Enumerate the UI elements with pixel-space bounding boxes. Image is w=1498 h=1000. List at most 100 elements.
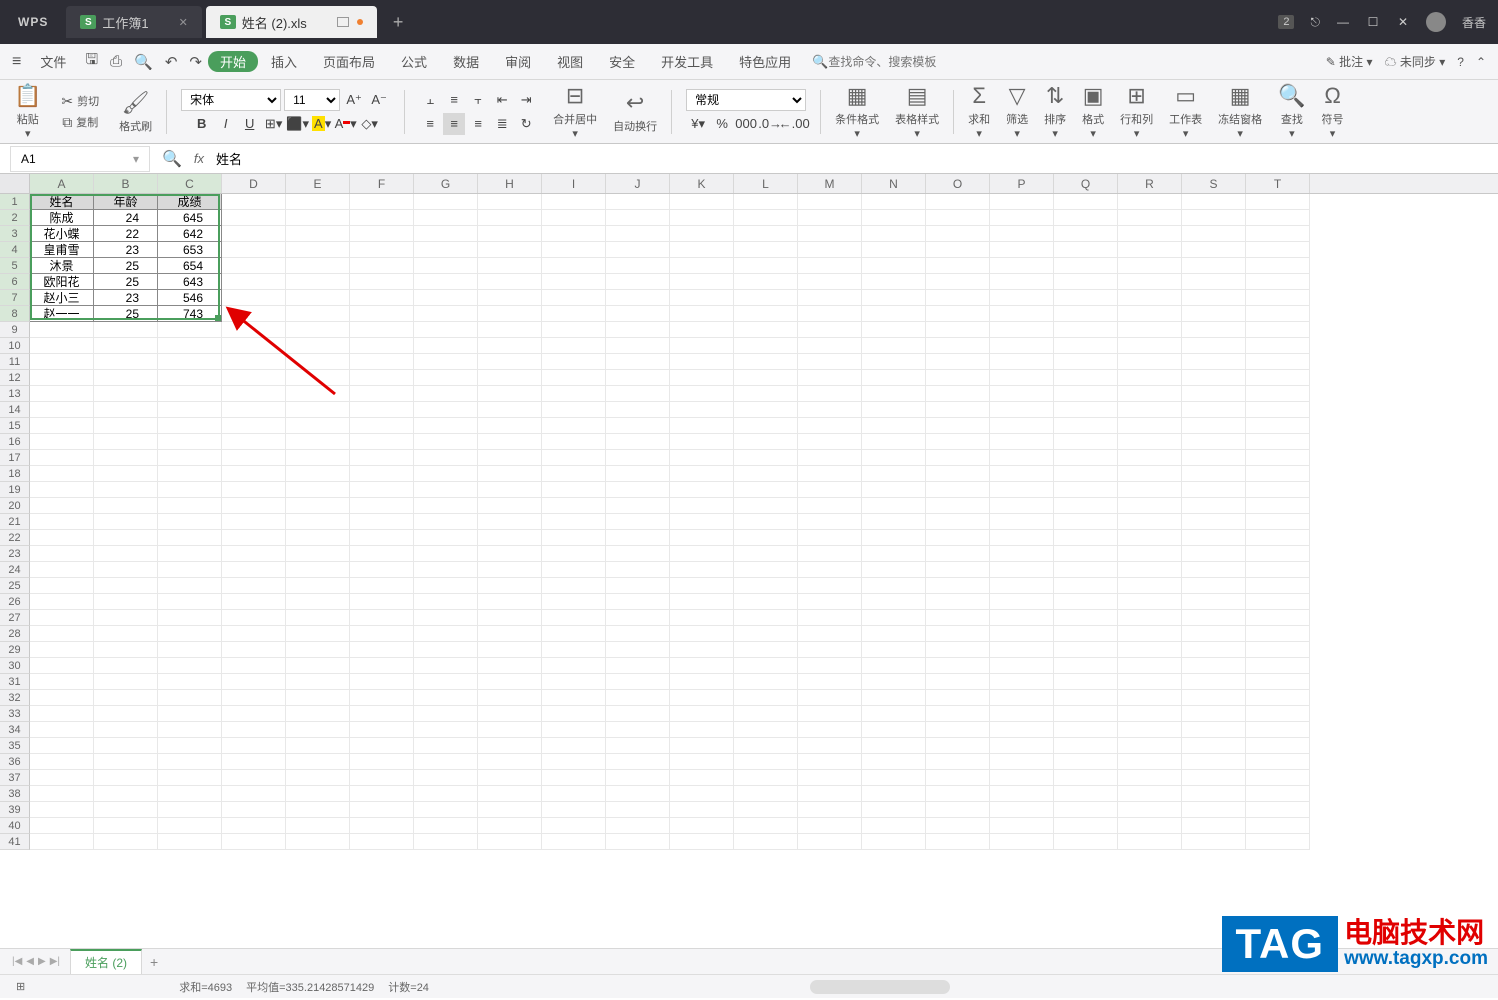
cell[interactable] [798,354,862,370]
cell[interactable] [606,498,670,514]
cell[interactable] [734,770,798,786]
row-header[interactable]: 2 [0,210,30,226]
cell[interactable] [94,466,158,482]
cell[interactable] [478,754,542,770]
cell[interactable] [670,450,734,466]
cell[interactable] [478,402,542,418]
cell[interactable] [350,482,414,498]
cell[interactable] [1246,706,1310,722]
cell[interactable] [862,514,926,530]
cell[interactable] [670,594,734,610]
cell[interactable] [734,370,798,386]
column-header[interactable]: F [350,174,414,193]
cell[interactable] [542,306,606,322]
cell[interactable] [542,610,606,626]
cell[interactable] [158,834,222,850]
cell[interactable] [350,690,414,706]
merge-center-button[interactable]: ⊟合并居中▾ [549,83,601,140]
cell[interactable] [286,658,350,674]
cell[interactable] [478,818,542,834]
cell[interactable] [1118,226,1182,242]
cell[interactable] [1246,370,1310,386]
cell[interactable] [414,834,478,850]
cell[interactable] [1246,258,1310,274]
cell[interactable] [350,642,414,658]
cell[interactable] [478,562,542,578]
cell[interactable] [1118,402,1182,418]
cell[interactable] [286,642,350,658]
cell[interactable] [670,306,734,322]
cell[interactable] [1182,594,1246,610]
cell[interactable] [414,530,478,546]
sort-button[interactable]: ⇅排序▾ [1040,83,1070,140]
cell[interactable] [734,210,798,226]
cell[interactable] [798,594,862,610]
cell[interactable] [990,290,1054,306]
cell[interactable] [158,466,222,482]
cell[interactable] [158,722,222,738]
cell[interactable] [1246,530,1310,546]
cell[interactable] [1118,498,1182,514]
align-top-icon[interactable]: ⫠ [419,89,441,111]
freeze-button[interactable]: ▦冻结窗格▾ [1214,83,1266,140]
cell[interactable] [798,802,862,818]
cell[interactable] [1182,322,1246,338]
cell[interactable] [30,482,94,498]
cell[interactable] [222,274,286,290]
cell[interactable] [478,210,542,226]
cell[interactable] [926,626,990,642]
cell[interactable] [286,514,350,530]
cell[interactable] [30,322,94,338]
cell[interactable] [478,626,542,642]
cell[interactable] [990,322,1054,338]
cell[interactable] [478,642,542,658]
cell[interactable] [1246,514,1310,530]
cell[interactable] [286,738,350,754]
column-header[interactable]: L [734,174,798,193]
cell[interactable] [94,610,158,626]
cell[interactable] [798,290,862,306]
cell[interactable] [926,194,990,210]
cell[interactable] [926,706,990,722]
cell[interactable] [1054,626,1118,642]
cell[interactable] [862,450,926,466]
row-header[interactable]: 5 [0,258,30,274]
cell[interactable]: 743 [158,306,222,322]
cell[interactable] [990,466,1054,482]
cell[interactable] [478,434,542,450]
cell[interactable] [734,514,798,530]
cell[interactable] [478,306,542,322]
row-header[interactable]: 8 [0,306,30,322]
cell[interactable] [158,610,222,626]
cell[interactable]: 643 [158,274,222,290]
cell[interactable] [670,226,734,242]
cell[interactable] [286,674,350,690]
cell[interactable] [1246,194,1310,210]
cell[interactable] [670,770,734,786]
cell[interactable] [862,818,926,834]
cell[interactable] [1118,386,1182,402]
cell[interactable] [350,722,414,738]
cell[interactable] [350,402,414,418]
cell[interactable] [414,338,478,354]
cell[interactable] [1182,578,1246,594]
cell[interactable] [1182,706,1246,722]
cell[interactable] [1182,386,1246,402]
cell[interactable] [606,562,670,578]
cell[interactable] [1118,626,1182,642]
cell[interactable] [1118,274,1182,290]
cell[interactable] [542,402,606,418]
cell[interactable] [862,210,926,226]
cell[interactable] [350,194,414,210]
cell[interactable] [94,722,158,738]
row-header[interactable]: 29 [0,642,30,658]
cell[interactable] [990,786,1054,802]
cell[interactable] [1118,594,1182,610]
cell[interactable] [798,514,862,530]
menu-layout[interactable]: 页面布局 [310,52,388,71]
cell[interactable] [798,738,862,754]
cell[interactable] [1246,562,1310,578]
cell[interactable] [222,578,286,594]
cell[interactable] [670,498,734,514]
cell[interactable] [734,354,798,370]
